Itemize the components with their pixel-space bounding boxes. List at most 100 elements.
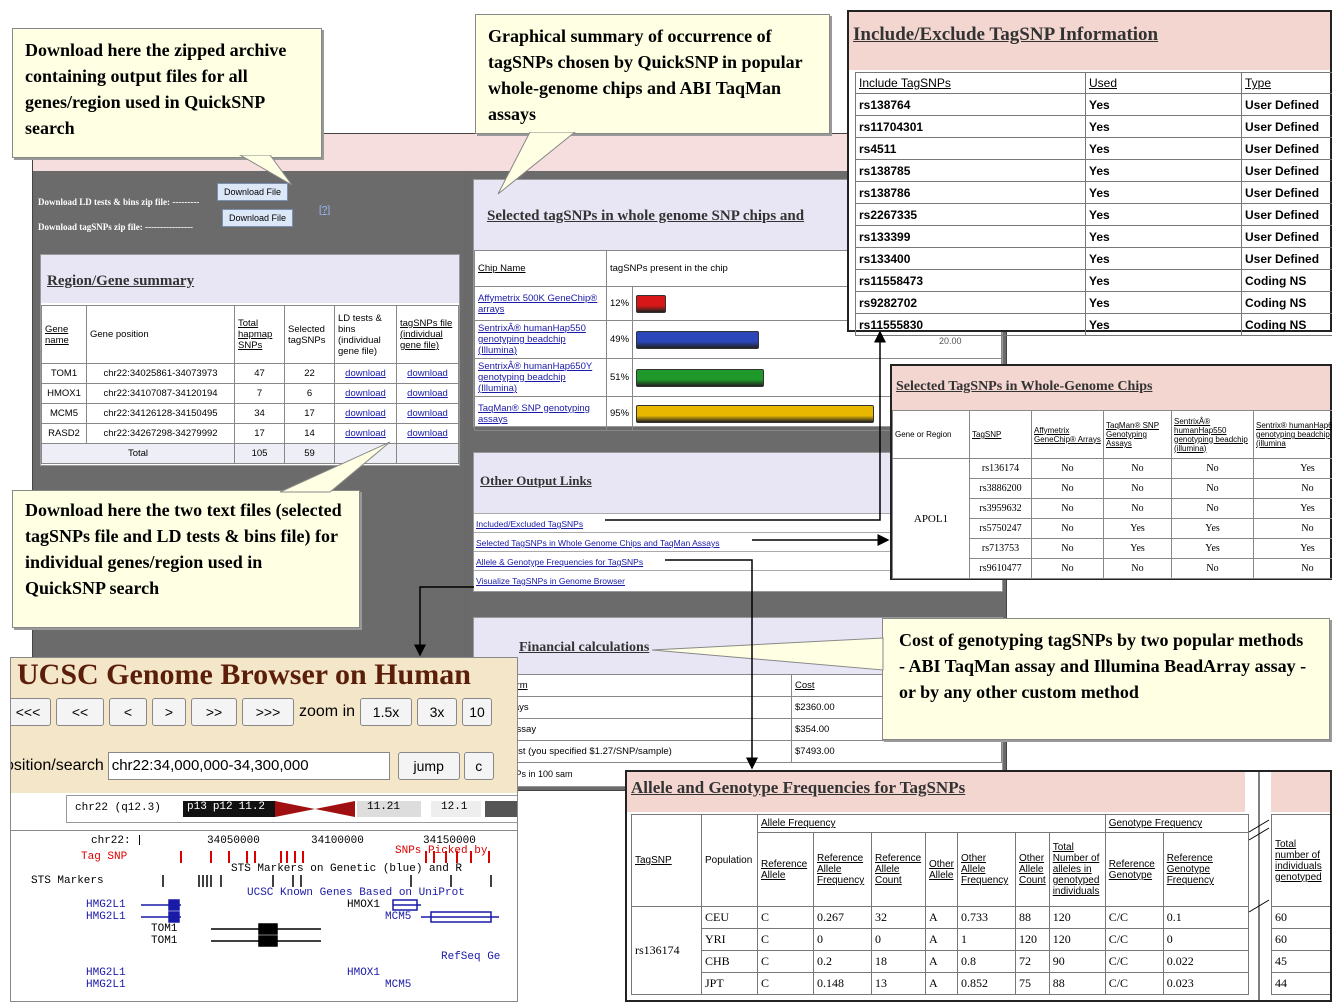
gene-label: MCM5 (385, 979, 412, 991)
zoom-1.5x-button[interactable]: 1.5x (360, 698, 413, 726)
tagsnp-id: rs3886200 (969, 478, 1032, 499)
gene-position: chr22:34107087-34120194 (86, 383, 235, 404)
band-12.1: 12.1 (431, 801, 481, 817)
ld-download-link[interactable]: download (345, 428, 386, 439)
jump-button[interactable]: jump (397, 752, 460, 780)
chip-value: No (1031, 558, 1104, 579)
type-value: Coding NS (1241, 269, 1332, 292)
chip-name-link[interactable]: Affymetrix 500K GeneChip® arrays (478, 293, 597, 315)
cell: 60 (1271, 928, 1330, 951)
chromosome-ideogram: chr22 (q12.3) p13 p12 11.2 11.21 12.1 (66, 795, 517, 823)
gene-label: HMG2L1 (86, 979, 126, 991)
cell: 120 (1015, 928, 1050, 951)
download-tag-button[interactable]: Download File (222, 209, 294, 227)
type-value: User Defined (1241, 247, 1332, 270)
allele-window: Allele and Genotype Frequencies for TagS… (625, 770, 1332, 1002)
chip-name-link[interactable]: SentrixÂ® humanHap650Y genotyping beadch… (478, 361, 592, 394)
chip-pct: 51% (605, 358, 634, 397)
population: YRI (701, 928, 758, 951)
chip-value: Yes (1171, 538, 1254, 559)
gene-position: chr22:34025861-34073973 (86, 363, 235, 384)
position-input[interactable]: chr22:34,000,000-34,300,000 (107, 752, 390, 780)
cell: A (924, 928, 959, 951)
tagsnp-id: rs3959632 (969, 498, 1032, 519)
ld-download-link[interactable]: download (345, 408, 386, 419)
population: CHB (701, 950, 758, 973)
chip-pct: 95% (605, 396, 634, 431)
chip-name-link[interactable]: SentrixÂ® humanHap550 genotyping beadchi… (478, 323, 586, 356)
type-value: Coding NS (1241, 313, 1332, 336)
cell: 75 (1015, 972, 1050, 995)
ld-download-link[interactable]: download (345, 388, 386, 399)
cell: 0 (871, 928, 926, 951)
band-11.2: 11.2 (238, 801, 266, 813)
cell: C/C (1104, 928, 1164, 951)
gene-position: chr22:34126128-34150495 (86, 403, 235, 424)
chip-value: No (1031, 478, 1104, 499)
nav-far-right-button[interactable]: >>> (242, 698, 294, 726)
tag-download-link[interactable]: download (407, 428, 448, 439)
chip-bar (636, 294, 667, 313)
zoom-3x-button[interactable]: 3x (417, 698, 458, 726)
table-break-marks (1248, 772, 1270, 1000)
table-row: rs133400 Yes User Defined (855, 247, 1332, 270)
gene-label: HMG2L1 (86, 911, 126, 923)
region-summary-title: Region/Gene summary (41, 255, 459, 303)
nav-right-button[interactable]: > (152, 698, 186, 726)
chip-value: No (1103, 458, 1172, 479)
cell: C (757, 950, 814, 973)
sts-title: STS Markers on Genetic (blue) and R (231, 863, 463, 875)
chip-name-link[interactable]: TaqMan® SNP genotyping assays (478, 403, 590, 425)
col-ld-tests: LD tests & bins (individual gene file) (334, 305, 397, 364)
chip-value: Yes (1171, 518, 1254, 539)
chip-value: Yes (1253, 498, 1332, 519)
position-row: osition/search chr22:34,000,000-34,300,0… (11, 752, 494, 780)
callout-pointer (279, 441, 391, 493)
wg-chips-window: Selected TagSNPs in Whole-Genome Chips G… (890, 364, 1332, 580)
allele-table: TagSNP Population Allele Frequency Genot… (631, 814, 1250, 995)
help-link[interactable]: [?] (319, 205, 330, 216)
used-value: Yes (1085, 269, 1242, 292)
nav-right2-button[interactable]: >> (191, 698, 237, 726)
partial-value: 20.00 (939, 336, 962, 346)
chip-pct: 12% (605, 286, 634, 321)
clear-button[interactable]: c (463, 752, 494, 780)
chip-bar (636, 330, 760, 349)
col-tagsnp: TagSNP (969, 410, 1032, 459)
col-total-snps: Total hapmap SNPs (234, 305, 285, 364)
link-selected-chips[interactable]: Selected TagSNPs in Whole Genome Chips a… (476, 538, 720, 548)
col-hap550: SentrixÂ® humanHap550 genotyping beadchi… (1171, 410, 1254, 459)
cell: 0 (1162, 928, 1250, 951)
chip-value: Yes (1253, 538, 1332, 559)
type-value: User Defined (1241, 181, 1332, 204)
callout-graphical: Graphical summary of occurrence of tagSN… (475, 14, 830, 134)
link-allele-frequencies[interactable]: Allele & Genotype Frequencies for TagSNP… (476, 557, 643, 567)
ld-download-link[interactable]: download (345, 368, 386, 379)
table-row: rs138764 Yes User Defined (855, 93, 1332, 116)
col-ref-genotype-freq: Reference Genotype Frequency (1162, 832, 1250, 907)
download-tag-label: Download tagSNPs zip file: -------------… (38, 222, 193, 232)
link-genome-browser[interactable]: Visualize TagSNPs in Genome Browser (476, 576, 625, 586)
nav-left-button[interactable]: < (109, 698, 147, 726)
gene-label: HMG2L1 (86, 967, 126, 979)
gene-position: chr22:34267298-34279992 (86, 423, 235, 444)
cost: $7493.00 (791, 740, 1002, 763)
cell: 45 (1271, 950, 1330, 973)
chip-value: No (1171, 458, 1254, 479)
nav-far-left-button[interactable]: <<< (11, 698, 51, 726)
tagsnp-id: rs713753 (969, 538, 1032, 559)
chip-value: No (1031, 538, 1104, 559)
chip-value: Yes (1103, 518, 1172, 539)
tag-download-link[interactable]: download (407, 408, 448, 419)
nav-left2-button[interactable]: << (56, 698, 104, 726)
chip-value: No (1103, 558, 1172, 579)
col-chip-name: Chip Name (474, 250, 607, 287)
tagsnp-id: rs133399 (855, 225, 1086, 248)
zoom-10x-button[interactable]: 10 (462, 698, 493, 726)
tag-download-link[interactable]: download (407, 388, 448, 399)
type-value: User Defined (1241, 93, 1332, 116)
col-ref-allele-freq: Reference Allele Frequency (813, 832, 872, 907)
link-included-excluded[interactable]: Included/Excluded TagSNPs (476, 519, 583, 529)
tag-download-link[interactable]: download (407, 368, 448, 379)
cell: 120 (1048, 906, 1106, 929)
